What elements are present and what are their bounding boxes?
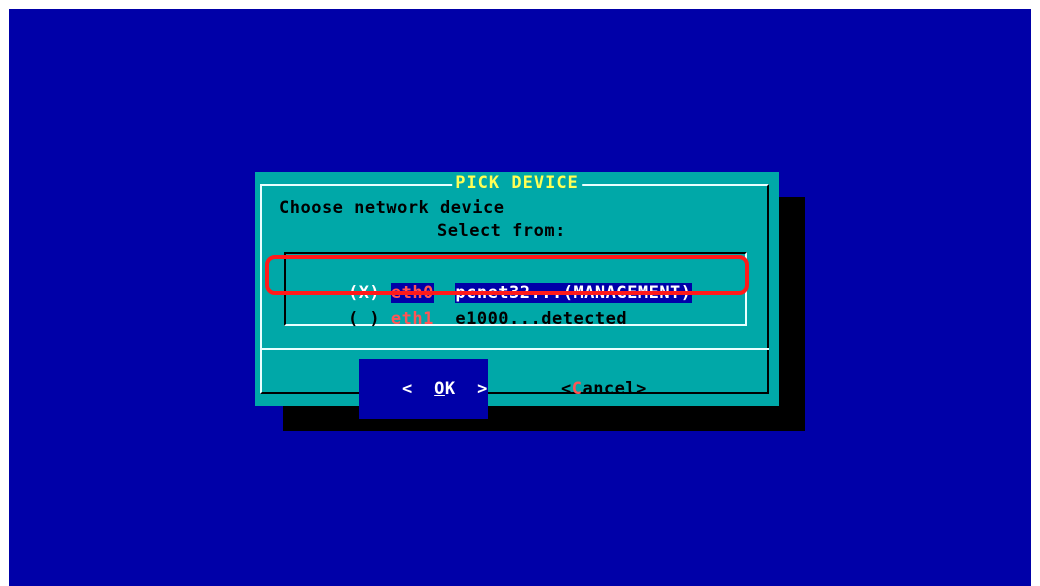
dialog-subprompt: Select from: bbox=[437, 221, 566, 241]
highlight-annotation bbox=[265, 255, 749, 295]
dialog-title: PICK DEVICE bbox=[452, 174, 582, 192]
device-tag: eth1 bbox=[390, 309, 434, 329]
dialog-prompt: Choose network device bbox=[279, 198, 505, 218]
button-divider bbox=[260, 348, 769, 350]
cancel-button[interactable]: <Cancel> bbox=[518, 359, 647, 419]
ok-button[interactable]: < OK > bbox=[359, 359, 488, 419]
radio-marker[interactable]: ( ) bbox=[348, 309, 380, 329]
device-description: e1000...detected bbox=[455, 309, 628, 329]
device-row-eth1[interactable]: ( ) eth1 e1000...detected bbox=[305, 292, 627, 346]
